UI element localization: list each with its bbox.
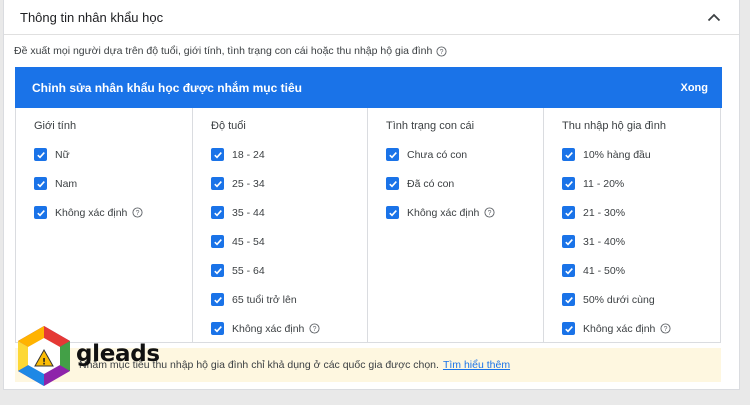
option-label: 18 - 24 bbox=[232, 148, 265, 161]
svg-text:?: ? bbox=[313, 326, 317, 333]
checkbox-checked-icon[interactable] bbox=[211, 235, 224, 248]
gleads-logo-icon: ! bbox=[18, 326, 70, 386]
option-checkbox[interactable]: 11 - 20% bbox=[562, 177, 624, 190]
option-checkbox[interactable]: 50% dưới cùng bbox=[562, 293, 655, 306]
help-icon[interactable]: ? bbox=[309, 323, 320, 334]
option-checkbox[interactable]: Không xác định? bbox=[386, 206, 495, 219]
option-label: 10% hàng đầu bbox=[583, 148, 651, 161]
svg-text:!: ! bbox=[42, 358, 46, 368]
column-heading: Thu nhập hộ gia đình bbox=[562, 120, 666, 132]
checkbox-checked-icon[interactable] bbox=[211, 293, 224, 306]
checkbox-checked-icon[interactable] bbox=[34, 148, 47, 161]
option-checkbox[interactable]: 18 - 24 bbox=[211, 148, 265, 161]
panel-title: Thông tin nhân khẩu học bbox=[20, 9, 164, 25]
description-text: Đề xuất mọi người dựa trên độ tuổi, giới… bbox=[14, 45, 433, 57]
option-label: 41 - 50% bbox=[583, 264, 626, 277]
option-checkbox[interactable]: 35 - 44 bbox=[211, 206, 265, 219]
watermark-logo: ! gleads bbox=[14, 324, 164, 390]
option-label: Nam bbox=[55, 177, 78, 190]
svg-text:?: ? bbox=[136, 210, 140, 217]
help-icon[interactable]: ? bbox=[436, 45, 447, 57]
option-label: 50% dưới cùng bbox=[583, 293, 655, 306]
option-checkbox[interactable]: 31 - 40% bbox=[562, 235, 625, 248]
option-checkbox[interactable]: 21 - 30% bbox=[562, 206, 625, 219]
option-checkbox[interactable]: Không xác định? bbox=[34, 206, 143, 219]
option-checkbox[interactable]: Nữ bbox=[34, 148, 70, 161]
column-1: Độ tuổi 18 - 24 25 - 34 35 - 44 45 - 54 55 - … bbox=[192, 108, 367, 342]
checkbox-checked-icon[interactable] bbox=[211, 322, 224, 335]
column-heading: Giới tính bbox=[34, 120, 77, 132]
help-icon[interactable]: ? bbox=[660, 323, 671, 334]
demographic-columns: Giới tính Nữ Nam Không xác định? Độ tuổi 18 -… bbox=[15, 108, 721, 343]
option-checkbox[interactable]: 25 - 34 bbox=[211, 177, 265, 190]
column-heading: Tình trạng con cái bbox=[386, 120, 475, 132]
column-heading: Độ tuổi bbox=[211, 120, 246, 132]
checkbox-checked-icon[interactable] bbox=[211, 264, 224, 277]
panel-header[interactable]: Thông tin nhân khẩu học bbox=[4, 0, 739, 35]
option-checkbox[interactable]: Không xác định? bbox=[211, 322, 320, 335]
checkbox-checked-icon[interactable] bbox=[386, 148, 399, 161]
checkbox-checked-icon[interactable] bbox=[386, 177, 399, 190]
column-2: Tình trạng con cái Chưa có con Đã có con Kh… bbox=[367, 108, 543, 342]
checkbox-checked-icon[interactable] bbox=[562, 293, 575, 306]
option-label: Chưa có con bbox=[407, 148, 468, 161]
checkbox-checked-icon[interactable] bbox=[34, 177, 47, 190]
edit-demographics-bar: Chỉnh sửa nhân khẩu học được nhắm mục ti… bbox=[15, 67, 722, 108]
option-checkbox[interactable]: Nam bbox=[34, 177, 77, 190]
checkbox-checked-icon[interactable] bbox=[562, 322, 575, 335]
option-checkbox[interactable]: Đã có con bbox=[386, 177, 454, 190]
checkbox-checked-icon[interactable] bbox=[562, 148, 575, 161]
option-label: Đã có con bbox=[407, 177, 455, 190]
svg-text:?: ? bbox=[488, 210, 492, 217]
edit-demographics-title: Chỉnh sửa nhân khẩu học được nhắm mục ti… bbox=[32, 80, 302, 95]
panel-description: Đề xuất mọi người dựa trên độ tuổi, giới… bbox=[14, 45, 447, 57]
option-label: 35 - 44 bbox=[232, 206, 265, 219]
option-label: 11 - 20% bbox=[583, 177, 625, 190]
svg-text:?: ? bbox=[440, 48, 444, 55]
checkbox-checked-icon[interactable] bbox=[34, 206, 47, 219]
help-icon[interactable]: ? bbox=[132, 207, 143, 218]
option-label: 21 - 30% bbox=[583, 206, 626, 219]
checkbox-checked-icon[interactable] bbox=[562, 235, 575, 248]
checkbox-checked-icon[interactable] bbox=[211, 177, 224, 190]
checkbox-checked-icon[interactable] bbox=[562, 206, 575, 219]
checkbox-checked-icon[interactable] bbox=[211, 206, 224, 219]
checkbox-checked-icon[interactable] bbox=[562, 177, 575, 190]
checkbox-checked-icon[interactable] bbox=[211, 148, 224, 161]
option-checkbox[interactable]: 55 - 64 bbox=[211, 264, 265, 277]
checkbox-checked-icon[interactable] bbox=[562, 264, 575, 277]
help-icon[interactable]: ? bbox=[484, 207, 495, 218]
option-checkbox[interactable]: 10% hàng đầu bbox=[562, 148, 651, 161]
option-label: Không xác định bbox=[55, 206, 128, 219]
option-label: Không xác định bbox=[407, 206, 480, 219]
option-label: 31 - 40% bbox=[583, 235, 626, 248]
option-checkbox[interactable]: Không xác định? bbox=[562, 322, 671, 335]
column-0: Giới tính Nữ Nam Không xác định? bbox=[16, 108, 192, 342]
done-button[interactable]: Xong bbox=[681, 82, 709, 94]
learn-more-link[interactable]: Tìm hiểu thêm bbox=[443, 359, 510, 371]
watermark-text: gleads bbox=[76, 341, 160, 367]
svg-text:?: ? bbox=[664, 326, 668, 333]
option-label: 45 - 54 bbox=[232, 235, 265, 248]
chevron-up-icon[interactable] bbox=[705, 8, 723, 26]
option-label: Không xác định bbox=[583, 322, 656, 335]
option-label: 65 tuổi trở lên bbox=[232, 293, 297, 306]
column-3: Thu nhập hộ gia đình 10% hàng đầu 11 - 20%… bbox=[543, 108, 720, 342]
option-label: 25 - 34 bbox=[232, 177, 265, 190]
option-checkbox[interactable]: 65 tuổi trở lên bbox=[211, 293, 297, 306]
checkbox-checked-icon[interactable] bbox=[386, 206, 399, 219]
option-checkbox[interactable]: 45 - 54 bbox=[211, 235, 265, 248]
option-label: Nữ bbox=[55, 148, 70, 161]
option-label: 55 - 64 bbox=[232, 264, 265, 277]
option-checkbox[interactable]: Chưa có con bbox=[386, 148, 467, 161]
option-label: Không xác định bbox=[232, 322, 305, 335]
option-checkbox[interactable]: 41 - 50% bbox=[562, 264, 625, 277]
